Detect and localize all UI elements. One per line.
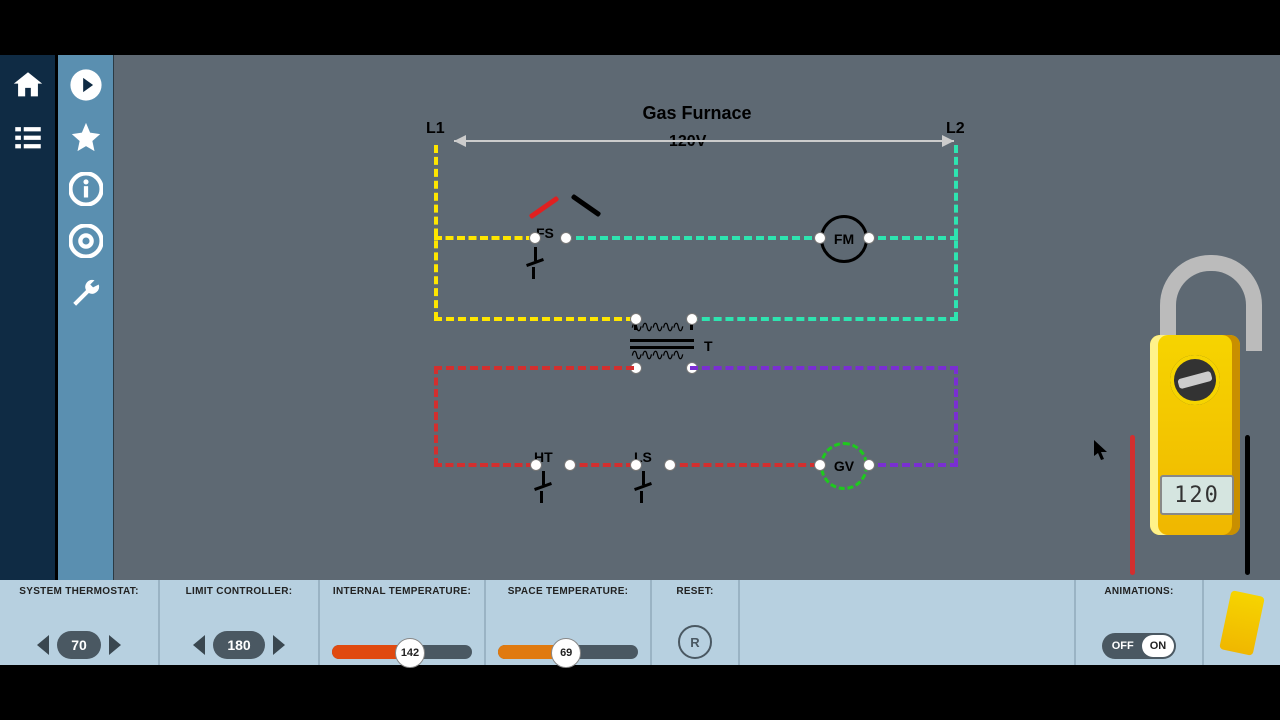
list-icon[interactable] [8, 117, 48, 157]
thermostat-increase[interactable] [109, 635, 121, 655]
transformer[interactable] [630, 325, 694, 365]
wire[interactable] [568, 463, 634, 467]
wire[interactable] [434, 366, 634, 370]
animations-panel: ANIMATIONS: OFF ON [1074, 580, 1204, 665]
internal-temp-panel: INTERNAL TEMPERATURE: 142 [320, 580, 486, 665]
wire[interactable] [434, 145, 438, 320]
reset-button[interactable]: R [678, 625, 712, 659]
transformer-label: T [704, 338, 713, 354]
animations-on[interactable]: ON [1142, 635, 1175, 657]
limit-value: 180 [213, 631, 264, 659]
wire[interactable] [866, 236, 958, 240]
diagram-title: Gas Furnace [114, 103, 1280, 124]
clamp-meter[interactable]: 120 [1130, 255, 1250, 575]
wire[interactable] [866, 463, 958, 467]
thermostat-value: 70 [57, 631, 101, 659]
wire[interactable] [668, 463, 818, 467]
internal-temp-slider[interactable]: 142 [332, 645, 472, 659]
meter-tool-panel [1204, 580, 1280, 665]
space-temp-panel: SPACE TEMPERATURE: 69 [486, 580, 652, 665]
meter-probe-red[interactable] [1130, 435, 1135, 575]
thermostat-decrease[interactable] [37, 635, 49, 655]
mouse-cursor [1094, 440, 1108, 460]
limit-panel: LIMIT CONTROLLER: 180 [160, 580, 320, 665]
wire[interactable] [954, 366, 958, 466]
meter-probe-black[interactable] [1245, 435, 1250, 575]
wire[interactable] [690, 317, 958, 321]
reset-panel: RESET: R [652, 580, 740, 665]
animations-toggle[interactable]: OFF ON [1102, 633, 1177, 659]
limit-decrease[interactable] [193, 635, 205, 655]
thermostat-panel: SYSTEM THERMOSTAT: 70 [0, 580, 160, 665]
play-circle-icon[interactable] [66, 65, 106, 105]
space-temp-slider[interactable]: 69 [498, 645, 638, 659]
wire[interactable] [954, 145, 958, 320]
app-frame: Gas Furnace L1 L2 120V FS FM [0, 55, 1280, 665]
wire[interactable] [434, 463, 534, 467]
voltage-arrow [454, 140, 954, 142]
fs-switch[interactable] [526, 247, 544, 277]
gas-valve[interactable]: GV [820, 442, 868, 490]
wire[interactable] [434, 317, 634, 321]
wrench-icon[interactable] [66, 273, 106, 313]
toolstrip-secondary [58, 55, 114, 580]
ht-switch[interactable] [534, 471, 552, 501]
space-temp-knob[interactable]: 69 [551, 638, 581, 668]
terminal-l1: L1 [426, 120, 445, 138]
info-icon[interactable] [66, 169, 106, 209]
toolstrip-primary [0, 55, 58, 580]
wire[interactable] [434, 366, 438, 466]
target-icon[interactable] [66, 221, 106, 261]
circuit-diagram: Gas Furnace L1 L2 120V FS FM [114, 55, 1280, 580]
wire[interactable] [434, 236, 534, 240]
ls-switch[interactable] [634, 471, 652, 501]
bottom-control-bar: SYSTEM THERMOSTAT: 70 LIMIT CONTROLLER: … [0, 580, 1280, 665]
animations-off[interactable]: OFF [1104, 635, 1142, 657]
voltage-label: 120V [669, 133, 706, 151]
wire[interactable] [564, 236, 824, 240]
home-icon[interactable] [8, 65, 48, 105]
meter-reading: 120 [1160, 475, 1234, 515]
star-icon[interactable] [66, 117, 106, 157]
fan-motor[interactable]: FM [820, 215, 868, 263]
limit-increase[interactable] [273, 635, 285, 655]
meter-tool-icon[interactable] [1219, 590, 1265, 656]
fs-contact-arm2[interactable] [571, 194, 602, 218]
wire[interactable] [690, 366, 958, 370]
fs-contact-arm[interactable] [529, 196, 560, 220]
internal-temp-knob[interactable]: 142 [395, 638, 425, 668]
meter-dial[interactable] [1170, 355, 1220, 405]
